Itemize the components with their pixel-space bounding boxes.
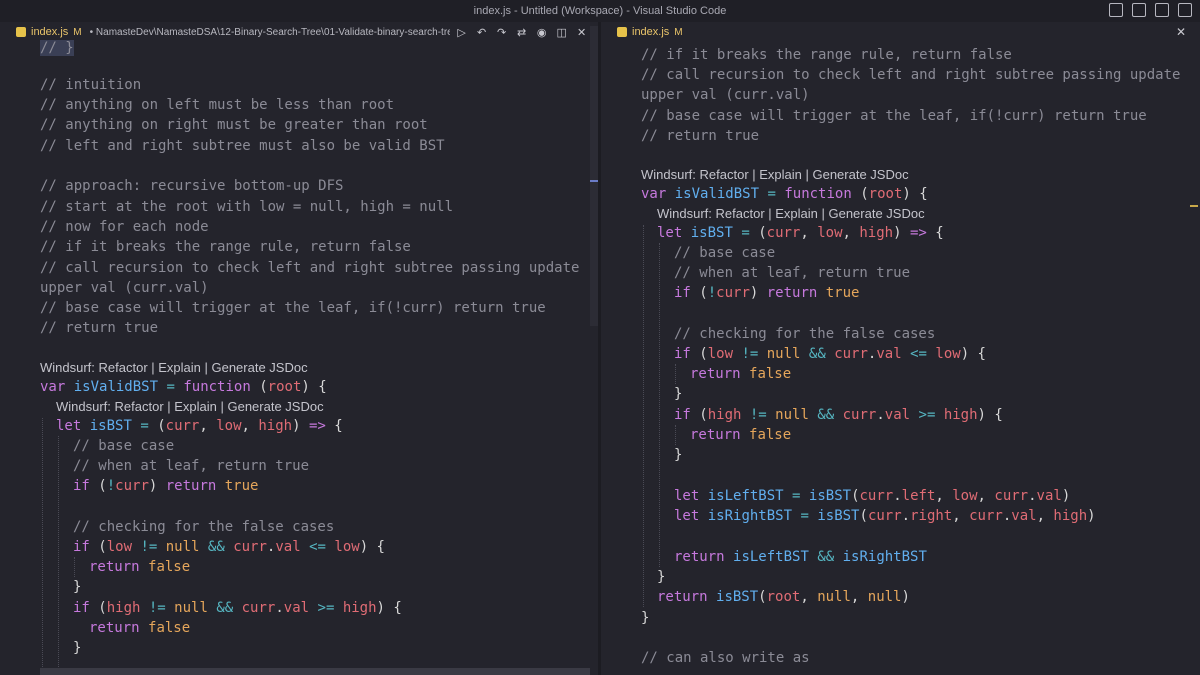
selected-comment: // }	[40, 40, 74, 56]
codelens[interactable]: Windsurf: Refactor | Explain | Generate …	[641, 165, 909, 185]
scroll-marker	[1190, 205, 1198, 207]
code-line: }	[674, 386, 683, 402]
code-line: return false	[89, 620, 191, 636]
toggle-panel-icon[interactable]	[1132, 3, 1146, 17]
close-icon[interactable]: ✕	[576, 26, 588, 39]
code-line: // intuition	[40, 77, 142, 93]
code-line: let isBST = (curr, low, high) => {	[657, 225, 944, 241]
editor-actions: ▷ ↶ ↷ ⇄ ◉ ◫ ✕	[456, 26, 588, 39]
run-icon[interactable]: ▷	[456, 26, 468, 39]
code-line: if (high != null && curr.val >= high) {	[674, 407, 1003, 423]
tab-modified-badge: M	[73, 26, 82, 38]
code-line: // }	[40, 38, 74, 58]
code-line: // checking for the false cases	[674, 326, 936, 342]
code-line: }	[674, 447, 683, 463]
code-line: // if it breaks the range rule, return f…	[641, 47, 1012, 63]
indent-guide	[675, 364, 677, 384]
code-line: return false	[690, 427, 792, 443]
js-file-icon	[617, 27, 627, 37]
tab-filename: index.js	[31, 26, 69, 38]
tab-modified-badge: M	[674, 26, 683, 38]
horizontal-scrollbar[interactable]	[40, 668, 590, 675]
code-line: // base case	[674, 245, 776, 261]
scrollbar-left[interactable]	[590, 26, 598, 326]
code-line: return false	[89, 559, 191, 575]
code-line: // anything on right must be greater tha…	[40, 117, 428, 133]
code-line: }	[657, 569, 666, 585]
js-file-icon	[16, 27, 26, 37]
codelens[interactable]: Windsurf: Refactor | Explain | Generate …	[657, 204, 925, 224]
code-line: // if it breaks the range rule, return f…	[40, 239, 411, 255]
code-line: // base case will trigger at the leaf, i…	[641, 108, 1147, 124]
breadcrumb[interactable]: • NamasteDev\NamasteDSA\12-Binary-Search…	[90, 27, 450, 38]
code-line: if (!curr) return true	[73, 478, 259, 494]
scroll-marker	[590, 180, 598, 182]
indent-guide	[42, 418, 44, 675]
code-line: }	[641, 610, 650, 626]
toggle-secondary-sidebar-icon[interactable]	[1178, 3, 1192, 17]
code-line: upper val (curr.val)	[40, 280, 209, 296]
code-line: return isBST(root, null, null)	[657, 589, 910, 605]
editor-left[interactable]: index.js M • NamasteDev\NamasteDSA\12-Bi…	[0, 22, 598, 675]
code-line: // left and right subtree must also be v…	[40, 138, 445, 154]
code-line: return isLeftBST && isRightBST	[674, 549, 927, 565]
indent-guide	[74, 557, 76, 577]
code-line: let isLeftBST = isBST(curr.left, low, cu…	[674, 488, 1071, 504]
customize-layout-icon[interactable]	[1109, 3, 1123, 17]
code-line: return false	[690, 366, 792, 382]
tab-index-js-left[interactable]: index.js M	[0, 26, 82, 38]
code-line: if (high != null && curr.val >= high) {	[73, 600, 402, 616]
code-line: upper val (curr.val)	[641, 87, 810, 103]
code-line: var isValidBST = function (root) {	[40, 379, 327, 395]
code-line: if (low != null && curr.val <= low) {	[73, 539, 385, 555]
code-line: // anything on left must be less than ro…	[40, 97, 395, 113]
window-layout-controls	[1109, 3, 1192, 17]
window-title: index.js - Untitled (Workspace) - Visual…	[473, 5, 727, 17]
left-tabbar: index.js M • NamasteDev\NamasteDSA\12-Bi…	[0, 22, 598, 42]
tab-filename: index.js	[632, 26, 670, 38]
codelens[interactable]: Windsurf: Refactor | Explain | Generate …	[56, 397, 324, 417]
editor-right[interactable]: index.js M ✕ // if it breaks the range r…	[601, 22, 1200, 675]
split-editor-icon[interactable]: ◫	[556, 26, 568, 39]
code-line: // call recursion to check left and righ…	[40, 260, 580, 276]
code-line: // approach: recursive bottom-up DFS	[40, 178, 344, 194]
code-line: if (low != null && curr.val <= low) {	[674, 346, 986, 362]
close-icon[interactable]: ✕	[1176, 25, 1186, 39]
code-line: // return true	[40, 320, 159, 336]
windsurf-icon[interactable]: ◉	[536, 26, 548, 39]
indent-guide	[659, 243, 661, 567]
indent-guide	[675, 425, 677, 445]
go-back-icon[interactable]: ↶	[476, 26, 488, 39]
code-line: // when at leaf, return true	[73, 458, 310, 474]
code-line: let isRightBST = isBST(curr.right, curr.…	[674, 508, 1096, 524]
code-line: // base case will trigger at the leaf, i…	[40, 300, 546, 316]
toggle-sidebar-icon[interactable]	[1155, 3, 1169, 17]
go-forward-icon[interactable]: ↷	[496, 26, 508, 39]
code-line: // call recursion to check left and righ…	[641, 67, 1181, 83]
codelens[interactable]: Windsurf: Refactor | Explain | Generate …	[40, 358, 308, 378]
code-line: // can also write as	[641, 650, 810, 666]
code-line: // checking for the false cases	[73, 519, 335, 535]
code-line: // return true	[641, 128, 760, 144]
code-line: }	[73, 640, 82, 656]
title-bar: index.js - Untitled (Workspace) - Visual…	[0, 0, 1200, 22]
code-line: // start at the root with low = null, hi…	[40, 199, 454, 215]
code-line: let isBST = (curr, low, high) => {	[56, 418, 343, 434]
indent-guide	[58, 436, 60, 675]
git-compare-icon[interactable]: ⇄	[516, 26, 528, 39]
code-line: // now for each node	[40, 219, 209, 235]
right-tabbar: index.js M ✕	[601, 22, 1200, 42]
code-line: }	[73, 579, 82, 595]
indent-guide	[643, 225, 645, 607]
tab-index-js-right[interactable]: index.js M	[601, 26, 683, 38]
code-line: // base case	[73, 438, 175, 454]
code-line: if (!curr) return true	[674, 285, 860, 301]
code-line: var isValidBST = function (root) {	[641, 186, 928, 202]
code-line: // when at leaf, return true	[674, 265, 911, 281]
